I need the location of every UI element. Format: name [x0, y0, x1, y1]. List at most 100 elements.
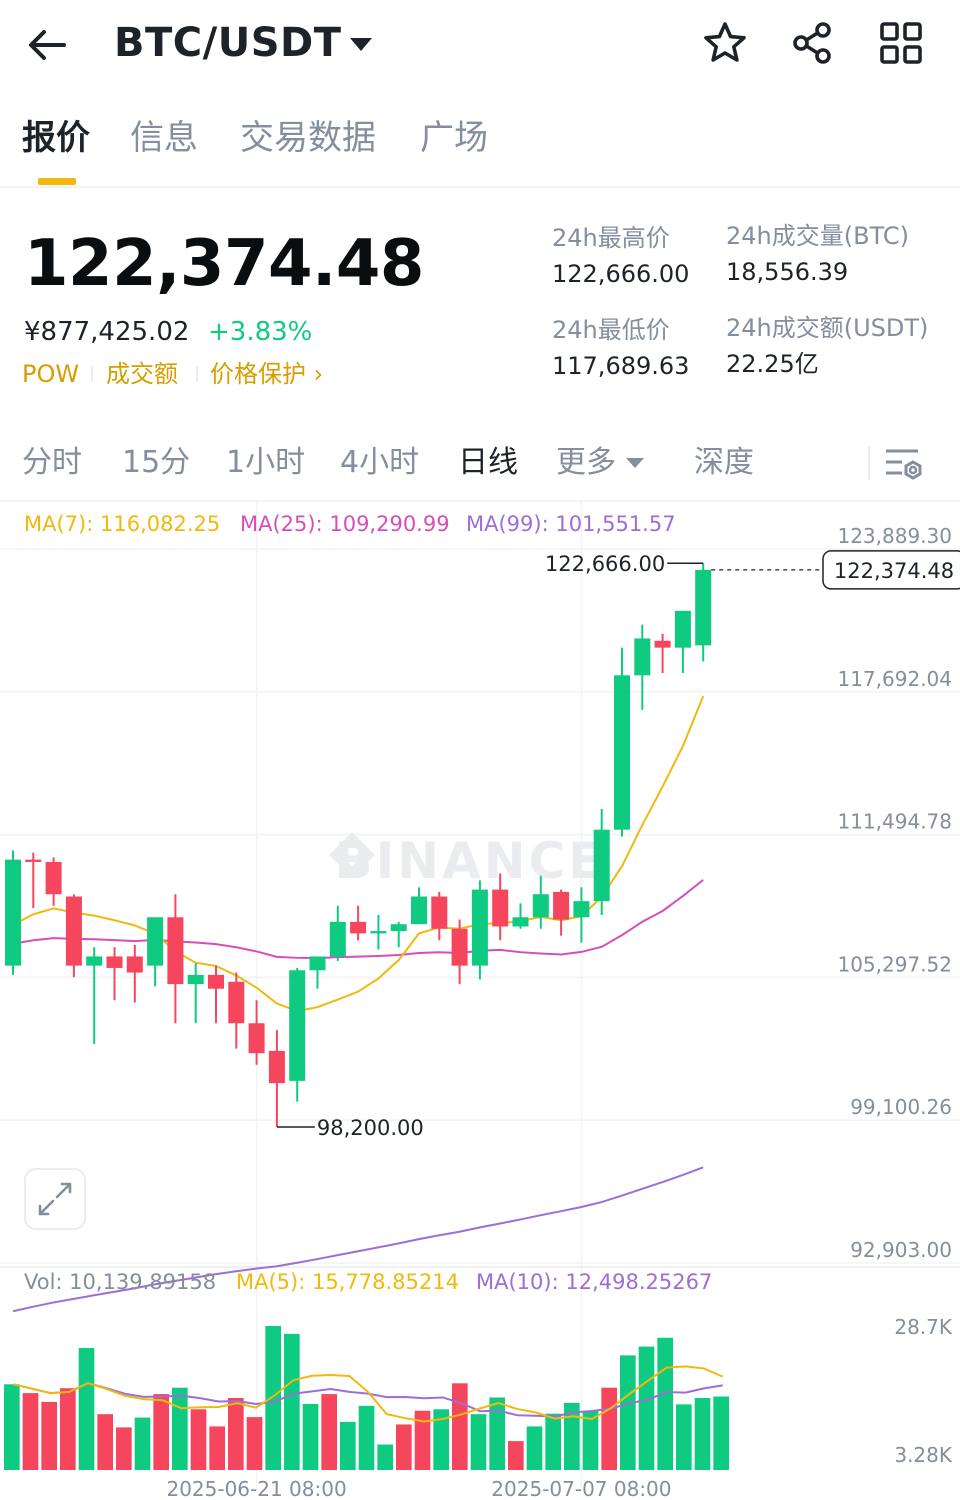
y-axis-tick-label: 117,692.04: [837, 667, 952, 691]
candle-up: [289, 970, 306, 1081]
arrow-left-icon[interactable]: [22, 20, 72, 70]
change-percent: +3.83%: [208, 317, 313, 347]
volume-bar: [116, 1427, 132, 1470]
expand-icon: [38, 1182, 72, 1216]
candle-up: [411, 896, 427, 925]
candle-down: [248, 1023, 265, 1054]
tabs-divider: [0, 186, 960, 188]
tab-square[interactable]: 广场: [420, 114, 488, 162]
tag-separator: [196, 366, 198, 382]
volume-bar: [676, 1404, 692, 1470]
tag-pow[interactable]: POW: [22, 356, 79, 392]
interval-4h[interactable]: 4小时: [340, 442, 419, 484]
volume-bar: [284, 1333, 300, 1470]
volume-bar: [340, 1422, 356, 1470]
interval-1h[interactable]: 1小时: [226, 442, 305, 484]
candle-down: [167, 917, 184, 985]
volume-bar: [713, 1396, 729, 1470]
kline-chart[interactable]: BINANCE 123,889.30 117,692.04 111,494.78 105…: [0, 500, 960, 1500]
candle-down: [106, 956, 123, 968]
interval-time[interactable]: 分时: [22, 442, 82, 484]
interval-depth[interactable]: 深度: [694, 442, 754, 484]
tab-trading-data[interactable]: 交易数据: [240, 114, 376, 162]
tab-info[interactable]: 信息: [130, 114, 198, 162]
candle-up: [187, 974, 204, 985]
candle-down: [25, 859, 42, 862]
high-24h-value: 122,666.00: [552, 260, 690, 288]
volume-bar: [190, 1409, 207, 1470]
tag-separator: [91, 366, 93, 382]
volume-bar: [694, 1398, 711, 1470]
volume-bar: [601, 1387, 617, 1470]
cny-price: ¥877,425.02: [24, 317, 190, 347]
candle-down: [553, 891, 570, 920]
share-icon[interactable]: [788, 18, 838, 68]
candle-up: [329, 921, 346, 957]
candle-down: [451, 928, 468, 966]
candle-down: [654, 640, 671, 648]
volume-bar: [41, 1401, 57, 1470]
x-axis-date-label: 2025-07-07 08:00: [491, 1477, 671, 1500]
ma99-label: MA(99): 101,551.57: [466, 512, 676, 536]
interval-15m[interactable]: 15分: [122, 442, 190, 484]
candle-up: [86, 956, 103, 966]
candle-up: [674, 610, 691, 648]
volume-btc-label: 24h成交量(BTC): [726, 222, 909, 250]
min-price-label: 98,200.00: [317, 1116, 424, 1140]
volume-bar: [153, 1394, 169, 1470]
volume-bar: [172, 1387, 188, 1470]
interval-1d[interactable]: 日线: [458, 442, 518, 484]
ma25-label: MA(25): 109,290.99: [240, 512, 450, 536]
y-axis-tick-label: 111,494.78: [837, 810, 952, 834]
chevron-down-icon[interactable]: [626, 458, 644, 468]
interval-separator: [868, 446, 870, 480]
volume-usdt-label: 24h成交额(USDT): [726, 314, 929, 342]
interval-more[interactable]: 更多: [556, 442, 616, 484]
expand-chart-button[interactable]: [24, 1168, 86, 1230]
ma7-label: MA(7): 116,082.25: [24, 512, 221, 536]
candle-down: [65, 896, 82, 966]
volume-bar: [321, 1394, 337, 1470]
low-24h-value: 117,689.63: [552, 352, 690, 380]
volume-bar: [396, 1424, 412, 1470]
star-icon[interactable]: [700, 18, 750, 68]
volume-bar: [358, 1405, 375, 1470]
current-price-label: 122,374.48: [834, 559, 954, 583]
volume-bar: [489, 1397, 505, 1470]
y-axis-tick-label: 99,100.26: [850, 1095, 952, 1119]
volume-bar: [620, 1355, 636, 1470]
volume-bar: [545, 1413, 561, 1470]
candle-up: [147, 917, 164, 966]
candle-up: [634, 638, 651, 676]
grid-menu-icon[interactable]: [876, 18, 926, 68]
volume-bar: [209, 1426, 225, 1470]
binance-watermark: BINANCE: [335, 832, 606, 890]
volume-bar: [78, 1348, 95, 1470]
volume-bar: [97, 1414, 113, 1470]
last-price: 122,374.48: [24, 227, 424, 301]
volume-bar: [657, 1337, 673, 1470]
volume-bar: [265, 1326, 281, 1470]
chevron-down-icon[interactable]: [350, 38, 372, 51]
candle-down: [126, 956, 143, 973]
volume-axis-tick-label: 28.7K: [894, 1315, 953, 1339]
volume-bar: [377, 1444, 393, 1470]
tag-price-protection[interactable]: 价格保护 ›: [210, 356, 323, 392]
volume-bar: [246, 1417, 263, 1470]
volume-bar: [470, 1414, 487, 1470]
candle-down: [208, 974, 224, 989]
low-24h-label: 24h最低价: [552, 316, 670, 344]
volume-usdt-value: 22.25亿: [726, 350, 819, 378]
y-axis-tick-label: 123,889.30: [837, 524, 952, 548]
tag-turnover[interactable]: 成交额: [106, 356, 178, 392]
volume-btc-value: 18,556.39: [726, 258, 849, 286]
tab-quote[interactable]: 报价: [22, 114, 90, 162]
chart-settings-icon[interactable]: [882, 442, 926, 486]
pair-title[interactable]: BTC/USDT: [114, 18, 342, 68]
candle-up: [614, 675, 630, 830]
candle-up: [532, 894, 549, 918]
candle-up: [390, 924, 407, 932]
candle-up: [695, 569, 712, 646]
volume-ma10-label: MA(10): 12,498.25267: [476, 1270, 713, 1294]
volume-axis-tick-label: 3.28K: [894, 1443, 953, 1467]
